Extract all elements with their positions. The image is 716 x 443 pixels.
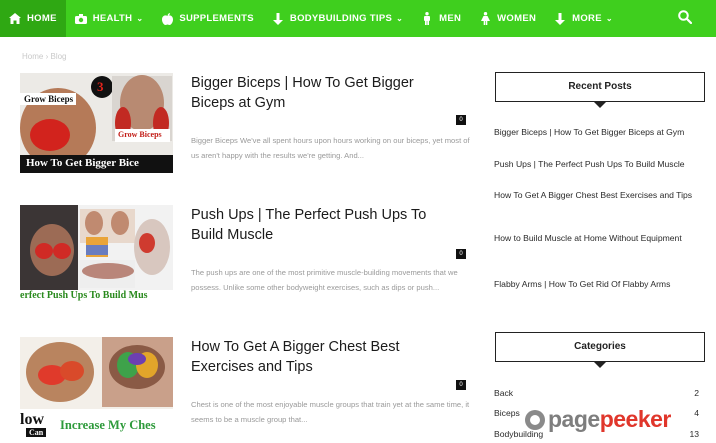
thumb-bottom-left: low: [20, 411, 44, 428]
nav-health[interactable]: HEALTH ⌄: [66, 0, 153, 37]
thumb-bottom-left-2: Can: [26, 428, 47, 437]
nav-supplements[interactable]: SUPPLEMENTS: [152, 0, 263, 37]
nav-women-label: WOMEN: [497, 13, 537, 24]
category-name: Back: [494, 388, 514, 398]
post-title[interactable]: How To Get A Bigger Chest Best Exercises…: [191, 337, 461, 377]
comment-count-badge[interactable]: 0: [456, 115, 466, 125]
category-count: 2: [694, 388, 699, 398]
nav-bodybuilding-tips[interactable]: BODYBUILDING TIPS ⌄: [263, 0, 412, 37]
post-item: 3 Grow Biceps Grow Biceps How To Get Big…: [20, 73, 475, 183]
apple-icon: [161, 12, 173, 25]
thumb-top-text: Grow Biceps: [24, 94, 74, 104]
post-item: low Can Increase My Ches How To Get A Bi…: [20, 337, 475, 443]
post-title[interactable]: Push Ups | The Perfect Push Ups To Build…: [191, 205, 461, 245]
thumb-bottom-text: Increase My Ches: [60, 418, 156, 432]
camera-icon: [74, 13, 87, 25]
category-count: 4: [694, 408, 699, 418]
chevron-down-icon: ⌄: [136, 14, 144, 23]
post-item: erfect Push Ups To Build Mus Push Ups | …: [20, 205, 475, 315]
nav-more-label: MORE: [572, 13, 602, 24]
category-item[interactable]: Back 2: [494, 388, 699, 398]
nav-women[interactable]: WOMEN: [470, 0, 545, 37]
recent-post-link[interactable]: Flabby Arms | How To Get Rid Of Flabby A…: [494, 277, 709, 291]
comment-count-badge[interactable]: 0: [456, 249, 466, 259]
nav-health-label: HEALTH: [92, 13, 133, 24]
thumb-badge: 3: [97, 79, 104, 94]
breadcrumb: Home › Blog: [22, 52, 67, 61]
category-name: Biceps: [494, 408, 520, 418]
nav-supplements-label: SUPPLEMENTS: [179, 13, 254, 24]
watermark-page-text: page: [548, 406, 600, 432]
nav-men[interactable]: MEN: [412, 0, 470, 37]
search-icon[interactable]: [678, 10, 694, 26]
nav-home-label: HOME: [27, 13, 57, 24]
recent-post-link[interactable]: Bigger Biceps | How To Get Bigger Biceps…: [494, 125, 709, 139]
nav-home[interactable]: HOME: [0, 0, 66, 37]
thumb-bottom-text: How To Get Bigger Bice: [26, 157, 139, 169]
post-thumbnail[interactable]: erfect Push Ups To Build Mus: [20, 205, 173, 305]
post-excerpt: The push ups are one of the most primiti…: [191, 268, 458, 292]
chevron-down-icon: ⌄: [605, 14, 613, 23]
post-thumbnail[interactable]: 3 Grow Biceps Grow Biceps How To Get Big…: [20, 73, 173, 173]
category-count: 13: [689, 429, 699, 439]
post-excerpt: Bigger Biceps We've all spent hours upon…: [191, 136, 470, 160]
recent-post-link[interactable]: How to Build Muscle at Home Without Equi…: [494, 231, 709, 245]
main-nav: HOME HEALTH ⌄ SUPPLEMENTS BODYBUILDING T…: [0, 0, 716, 37]
thumb-side-text: Grow Biceps: [118, 130, 162, 139]
post-title[interactable]: Bigger Biceps | How To Get Bigger Biceps…: [191, 73, 461, 113]
pagepeeker-watermark: page peeker: [525, 406, 671, 433]
recent-posts-heading: Recent Posts: [495, 72, 705, 108]
recent-post-link[interactable]: How To Get A Bigger Chest Best Exercises…: [494, 188, 709, 202]
arrow-down-icon: [272, 12, 284, 25]
chevron-down-icon: ⌄: [396, 14, 404, 23]
thumb-bottom-text: erfect Push Ups To Build Mus: [20, 290, 148, 301]
male-icon: [421, 12, 433, 25]
nav-men-label: MEN: [439, 13, 462, 24]
comment-count-badge[interactable]: 0: [456, 380, 466, 390]
breadcrumb-current: Blog: [50, 52, 67, 61]
nav-more[interactable]: MORE ⌄: [545, 0, 622, 37]
nav-bodybuilding-tips-label: BODYBUILDING TIPS: [289, 13, 393, 24]
breadcrumb-separator: ›: [45, 52, 49, 61]
post-thumbnail[interactable]: low Can Increase My Ches: [20, 337, 173, 437]
post-excerpt: Chest is one of the most enjoyable muscl…: [191, 400, 470, 424]
breadcrumb-home[interactable]: Home: [22, 52, 43, 61]
female-icon: [479, 12, 491, 25]
categories-heading: Categories: [495, 332, 705, 368]
pagepeeker-logo-icon: [525, 409, 545, 430]
recent-post-link[interactable]: Push Ups | The Perfect Push Ups To Build…: [494, 157, 709, 171]
arrow-down-icon: [554, 12, 566, 25]
home-icon: [9, 13, 21, 25]
watermark-peeker-text: peeker: [599, 406, 672, 432]
